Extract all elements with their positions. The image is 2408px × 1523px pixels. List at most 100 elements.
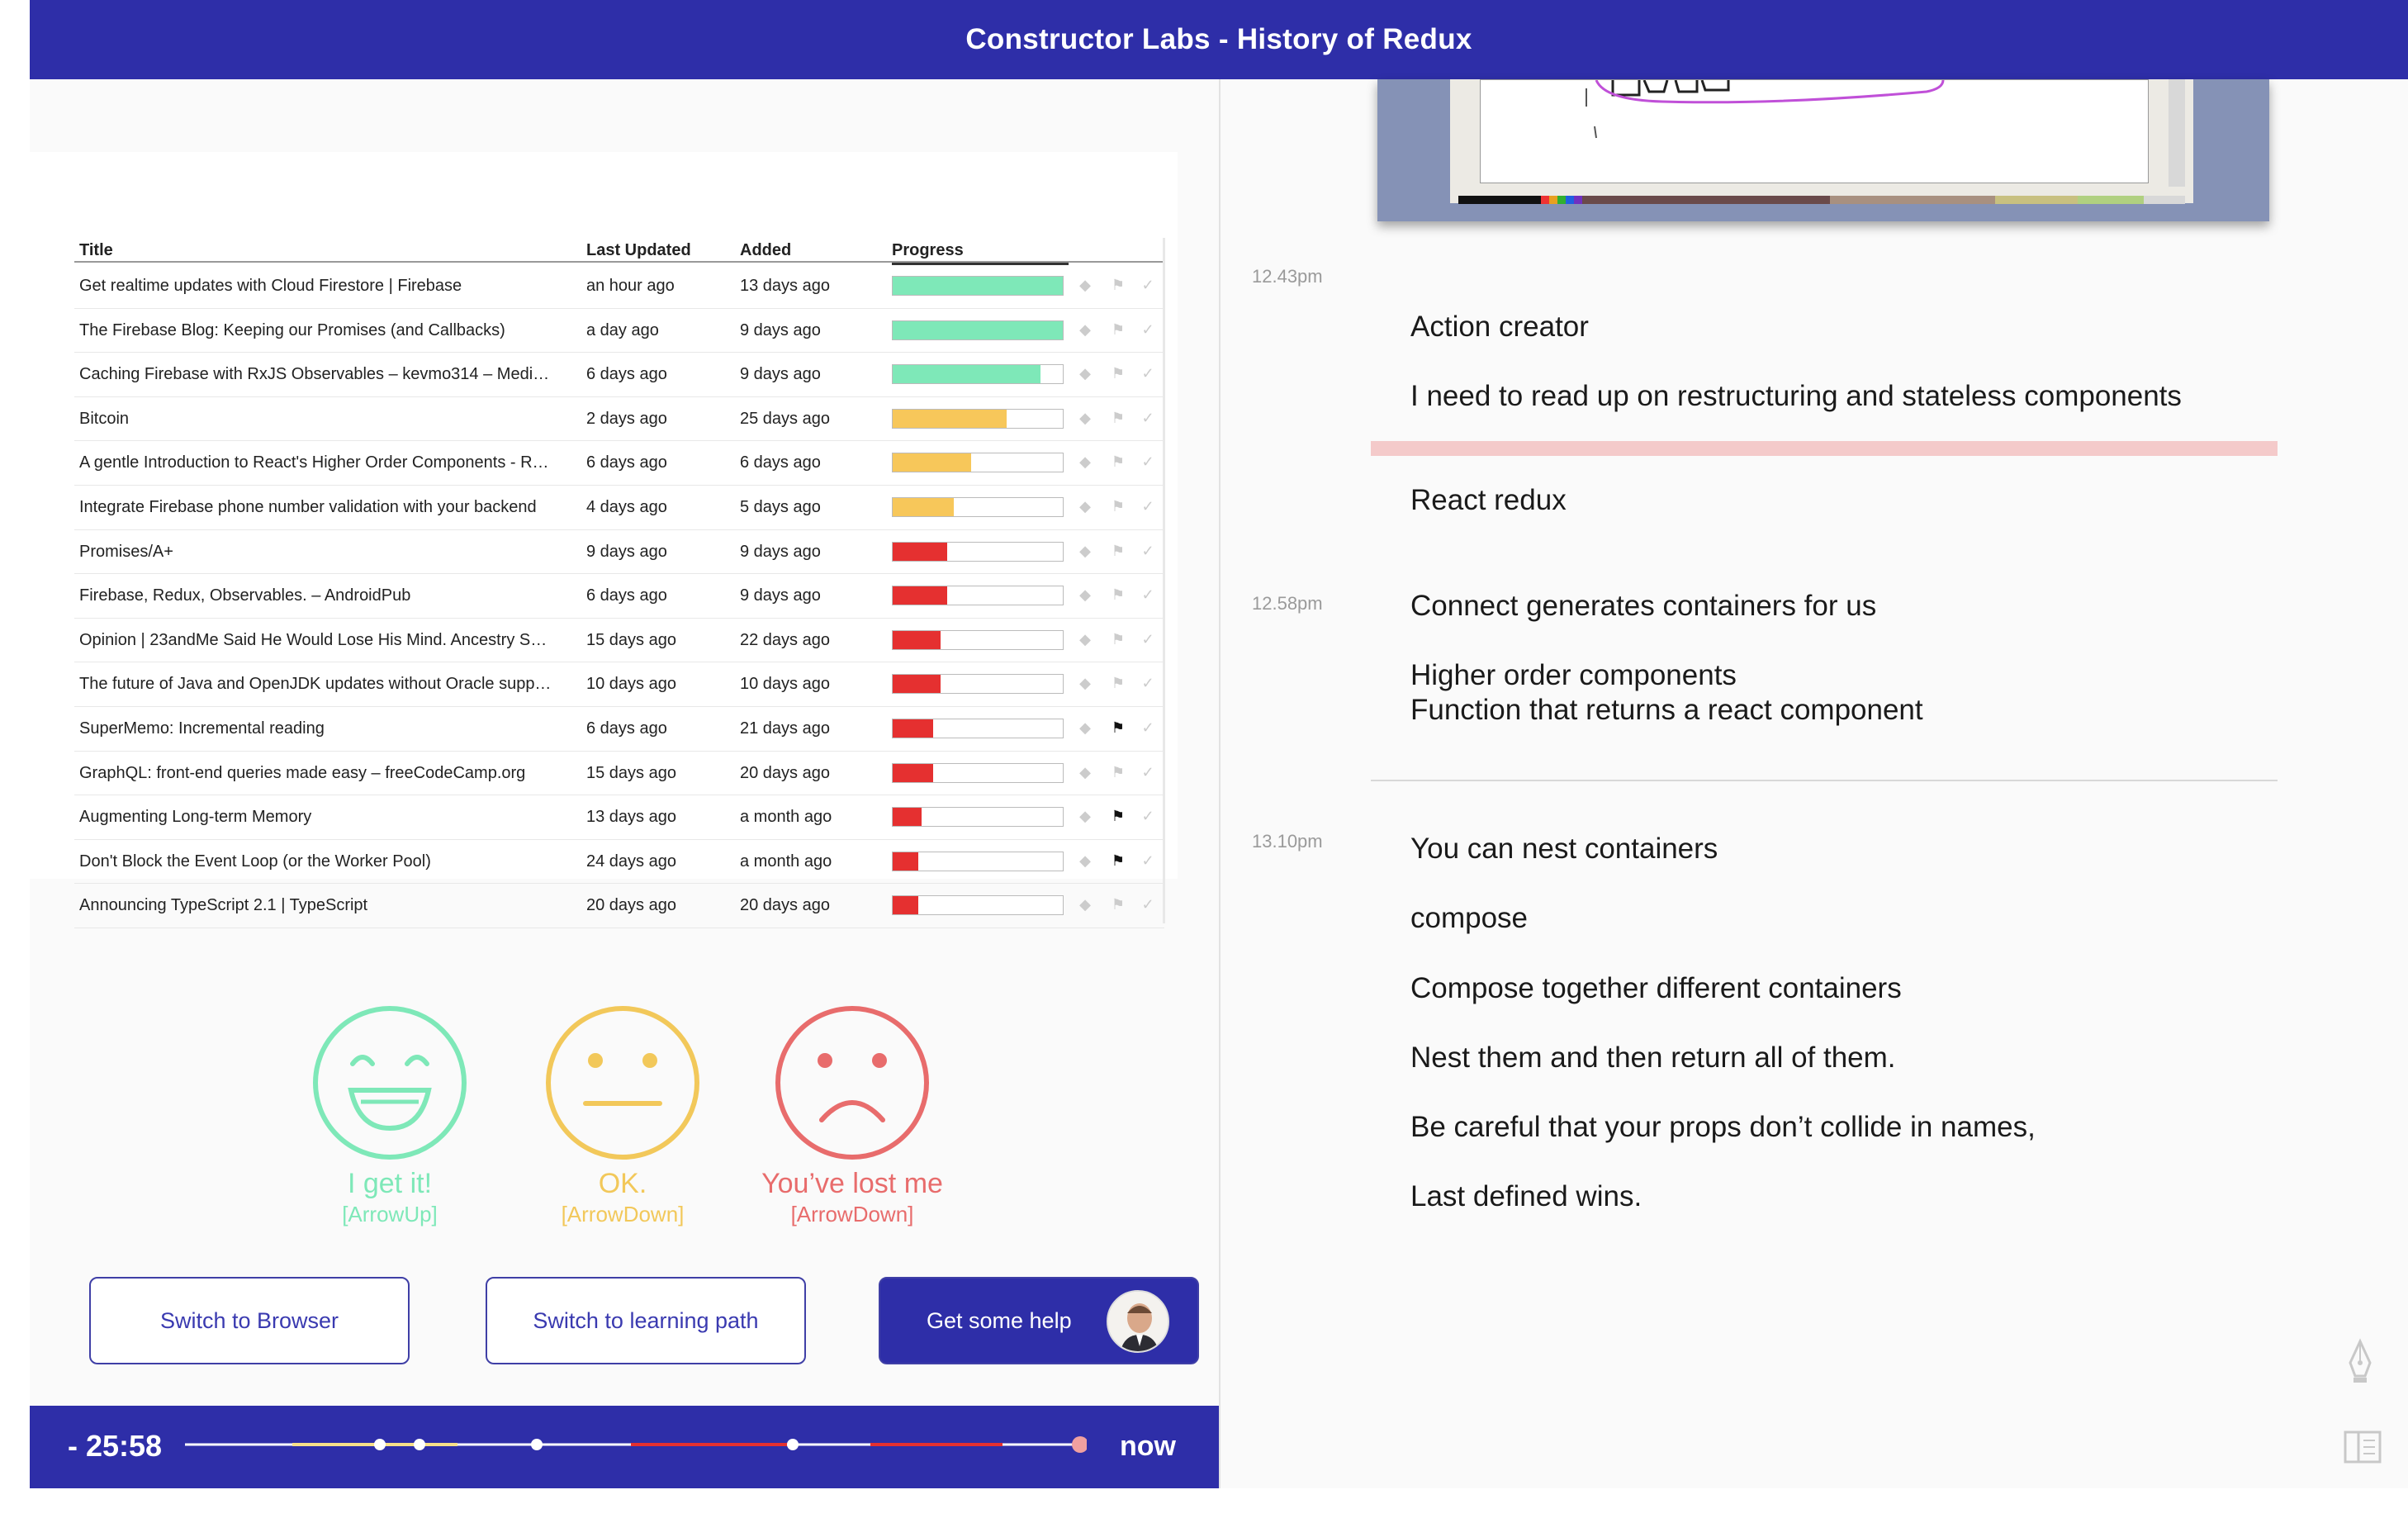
check-icon[interactable]: ✓ — [1140, 896, 1156, 913]
note-line[interactable]: I need to read up on restructuring and s… — [1410, 380, 2182, 413]
note-line[interactable]: compose — [1410, 902, 1528, 935]
note-line[interactable]: You can nest containers — [1410, 833, 1718, 866]
table-row[interactable]: Announcing TypeScript 2.1 | TypeScript 20… — [74, 884, 1164, 928]
table-row[interactable]: SuperMemo: Incremental reading 6 days ago… — [74, 707, 1164, 752]
tag-icon[interactable]: ◆ — [1077, 410, 1093, 426]
check-icon[interactable]: ✓ — [1140, 321, 1156, 338]
row-title[interactable]: Opinion | 23andMe Said He Would Lose His… — [79, 631, 575, 650]
check-icon[interactable]: ✓ — [1140, 719, 1156, 736]
tag-icon[interactable]: ◆ — [1077, 586, 1093, 603]
table-row[interactable]: The Firebase Blog: Keeping our Promises … — [74, 309, 1164, 353]
flag-icon[interactable]: ⚑ — [1110, 277, 1126, 293]
flag-icon[interactable]: ⚑ — [1110, 453, 1126, 470]
flag-icon[interactable]: ⚑ — [1110, 543, 1126, 559]
note-line[interactable]: React redux — [1410, 484, 1567, 517]
flag-icon[interactable]: ⚑ — [1110, 852, 1126, 869]
tag-icon[interactable]: ◆ — [1077, 675, 1093, 691]
flag-icon[interactable]: ⚑ — [1110, 631, 1126, 648]
row-title[interactable]: Get realtime updates with Cloud Firestor… — [79, 277, 575, 296]
switch-to-learning-path-button[interactable]: Switch to learning path — [486, 1277, 806, 1364]
table-row[interactable]: Integrate Firebase phone number validati… — [74, 486, 1164, 530]
row-title[interactable]: Integrate Firebase phone number validati… — [79, 498, 575, 517]
note-line[interactable]: Connect generates containers for us — [1410, 590, 1876, 623]
column-last-updated[interactable]: Last Updated — [586, 241, 691, 260]
tag-icon[interactable]: ◆ — [1077, 808, 1093, 824]
pen-icon[interactable] — [2344, 1338, 2377, 1384]
table-row[interactable]: Opinion | 23andMe Said He Would Lose His… — [74, 619, 1164, 663]
row-title[interactable]: Announcing TypeScript 2.1 | TypeScript — [79, 896, 575, 915]
tag-icon[interactable]: ◆ — [1077, 764, 1093, 780]
flag-icon[interactable]: ⚑ — [1110, 675, 1126, 691]
check-icon[interactable]: ✓ — [1140, 410, 1156, 426]
row-title[interactable]: The future of Java and OpenJDK updates w… — [79, 675, 575, 694]
get-help-button[interactable]: Get some help — [879, 1277, 1199, 1364]
feedback-ok[interactable]: OK. [ArrowDown] — [515, 1004, 730, 1227]
row-title[interactable]: Firebase, Redux, Observables. – AndroidP… — [79, 586, 575, 605]
check-icon[interactable]: ✓ — [1140, 764, 1156, 780]
tag-icon[interactable]: ◆ — [1077, 498, 1093, 515]
flag-icon[interactable]: ⚑ — [1110, 808, 1126, 824]
check-icon[interactable]: ✓ — [1140, 498, 1156, 515]
table-scrollbar[interactable] — [1163, 238, 1165, 923]
check-icon[interactable]: ✓ — [1140, 852, 1156, 869]
row-title[interactable]: A gentle Introduction to React's Higher … — [79, 453, 575, 472]
check-icon[interactable]: ✓ — [1140, 453, 1156, 470]
note-line[interactable]: Be careful that your props don’t collide… — [1410, 1111, 2036, 1144]
timeline-track[interactable] — [185, 1432, 1087, 1457]
flag-icon[interactable]: ⚑ — [1110, 719, 1126, 736]
row-title[interactable]: Augmenting Long-term Memory — [79, 808, 575, 827]
check-icon[interactable]: ✓ — [1140, 586, 1156, 603]
table-row[interactable]: Augmenting Long-term Memory 13 days ago a … — [74, 795, 1164, 840]
flag-icon[interactable]: ⚑ — [1110, 498, 1126, 515]
table-row[interactable]: Get realtime updates with Cloud Firestor… — [74, 264, 1164, 309]
note-line[interactable]: Last defined wins. — [1410, 1180, 1642, 1213]
tag-icon[interactable]: ◆ — [1077, 543, 1093, 559]
table-row[interactable]: Bitcoin 2 days ago 25 days ago ◆ ⚑ ✓ — [74, 397, 1164, 442]
row-title[interactable]: Bitcoin — [79, 410, 575, 429]
note-line[interactable]: Nest them and then return all of them. — [1410, 1041, 1896, 1075]
table-row[interactable]: Promises/A+ 9 days ago 9 days ago ◆ ⚑ ✓ — [74, 530, 1164, 575]
tag-icon[interactable]: ◆ — [1077, 719, 1093, 736]
tag-icon[interactable]: ◆ — [1077, 631, 1093, 648]
row-title[interactable]: GraphQL: front-end queries made easy – f… — [79, 764, 575, 783]
note-line[interactable]: Function that returns a react component — [1410, 694, 1923, 727]
flag-icon[interactable]: ⚑ — [1110, 321, 1126, 338]
column-added[interactable]: Added — [740, 241, 791, 260]
switch-to-browser-button[interactable]: Switch to Browser — [89, 1277, 410, 1364]
tag-icon[interactable]: ◆ — [1077, 277, 1093, 293]
table-row[interactable]: Firebase, Redux, Observables. – AndroidP… — [74, 574, 1164, 619]
table-row[interactable]: A gentle Introduction to React's Higher … — [74, 441, 1164, 486]
now-label[interactable]: now — [1120, 1430, 1176, 1463]
feedback-get-it[interactable]: I get it! [ArrowUp] — [282, 1004, 497, 1227]
feedback-lost-me[interactable]: You’ve lost me [ArrowDown] — [745, 1004, 960, 1227]
check-icon[interactable]: ✓ — [1140, 808, 1156, 824]
check-icon[interactable]: ✓ — [1140, 365, 1156, 382]
flag-icon[interactable]: ⚑ — [1110, 586, 1126, 603]
tag-icon[interactable]: ◆ — [1077, 852, 1093, 869]
row-title[interactable]: The Firebase Blog: Keeping our Promises … — [79, 321, 575, 340]
row-title[interactable]: Promises/A+ — [79, 543, 575, 562]
check-icon[interactable]: ✓ — [1140, 277, 1156, 293]
row-title[interactable]: SuperMemo: Incremental reading — [79, 719, 575, 738]
side-panel-icon[interactable] — [2344, 1430, 2382, 1464]
table-row[interactable]: The future of Java and OpenJDK updates w… — [74, 662, 1164, 707]
flag-icon[interactable]: ⚑ — [1110, 365, 1126, 382]
row-title[interactable]: Caching Firebase with RxJS Observables –… — [79, 365, 575, 384]
column-progress[interactable]: Progress — [892, 241, 1069, 265]
flag-icon[interactable]: ⚑ — [1110, 764, 1126, 780]
column-title[interactable]: Title — [79, 241, 113, 260]
note-line[interactable]: Compose together different containers — [1410, 972, 1902, 1005]
note-line[interactable]: Action creator — [1410, 311, 1589, 344]
table-row[interactable]: Don't Block the Event Loop (or the Worke… — [74, 840, 1164, 885]
check-icon[interactable]: ✓ — [1140, 675, 1156, 691]
table-row[interactable]: Caching Firebase with RxJS Observables –… — [74, 353, 1164, 397]
table-row[interactable]: GraphQL: front-end queries made easy – f… — [74, 752, 1164, 796]
tag-icon[interactable]: ◆ — [1077, 321, 1093, 338]
row-title[interactable]: Don't Block the Event Loop (or the Worke… — [79, 852, 575, 871]
check-icon[interactable]: ✓ — [1140, 631, 1156, 648]
check-icon[interactable]: ✓ — [1140, 543, 1156, 559]
flag-icon[interactable]: ⚑ — [1110, 410, 1126, 426]
tag-icon[interactable]: ◆ — [1077, 453, 1093, 470]
tag-icon[interactable]: ◆ — [1077, 896, 1093, 913]
note-line[interactable]: Higher order components — [1410, 659, 1737, 692]
